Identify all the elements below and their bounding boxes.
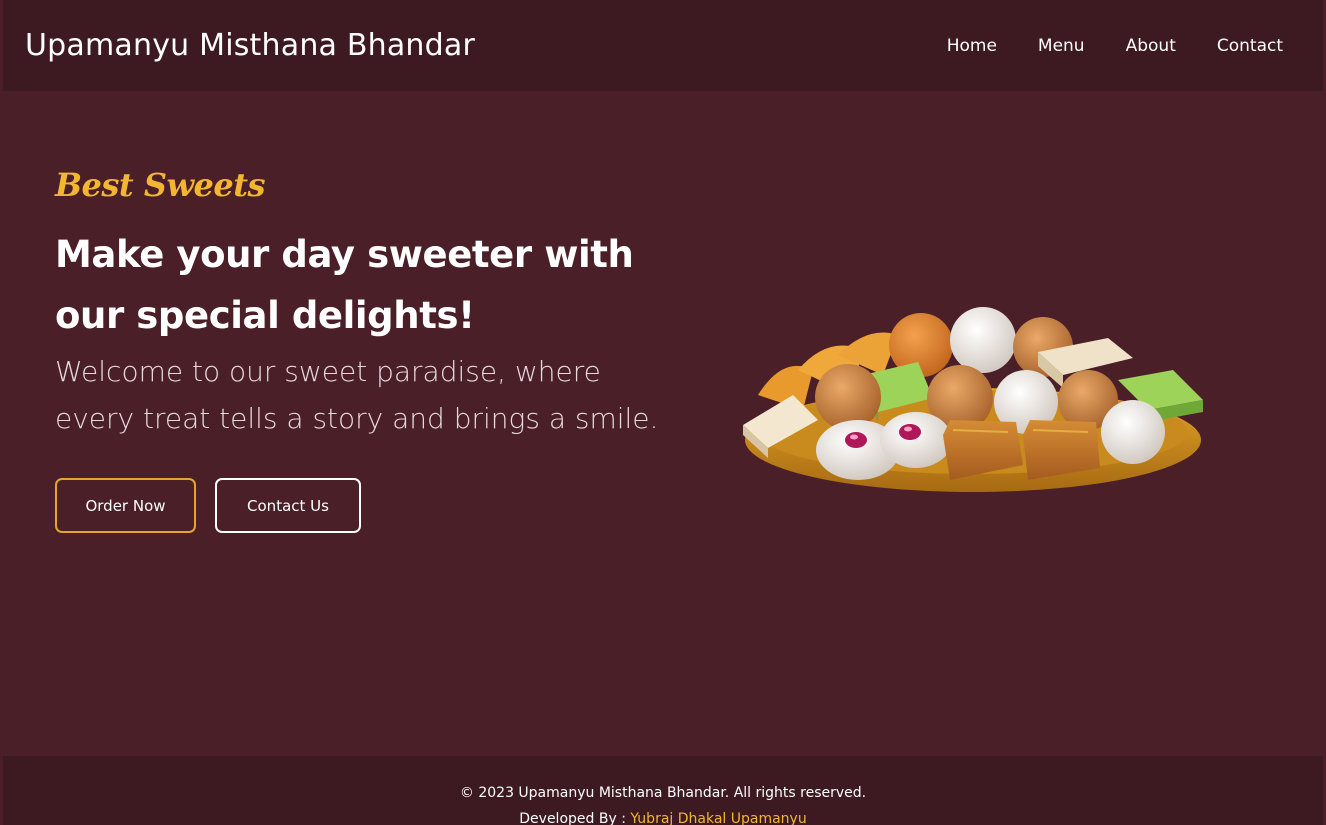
hero-buttons: Order Now Contact Us bbox=[55, 478, 695, 533]
hero-tagline: Best Sweets bbox=[55, 166, 266, 204]
footer-copyright: © 2023 Upamanyu Misthana Bhandar. All ri… bbox=[459, 785, 867, 801]
site-header: Upamanyu Misthana Bhandar Home Menu Abou… bbox=[3, 0, 1323, 91]
developer-name-link[interactable]: Yubraj Dhakal Upamanyu bbox=[630, 811, 806, 825]
sweets-plate-illustration bbox=[743, 307, 1203, 492]
site-footer: © 2023 Upamanyu Misthana Bhandar. All ri… bbox=[3, 756, 1323, 825]
contact-us-button[interactable]: Contact Us bbox=[215, 478, 361, 533]
brand-title[interactable]: Upamanyu Misthana Bhandar bbox=[25, 28, 475, 63]
nav-home[interactable]: Home bbox=[947, 36, 997, 56]
developed-by-label: Developed By : bbox=[519, 811, 631, 825]
order-now-button[interactable]: Order Now bbox=[55, 478, 196, 533]
hero-headline: Make your day sweeter with our special d… bbox=[55, 233, 634, 337]
sweets-plate-image bbox=[738, 300, 1213, 500]
nav-contact[interactable]: Contact bbox=[1217, 36, 1283, 56]
footer-developer-line: Developed By : Yubraj Dhakal Upamanyu bbox=[3, 806, 1323, 825]
nav-about[interactable]: About bbox=[1126, 36, 1176, 56]
main-nav: Home Menu About Contact bbox=[947, 36, 1283, 56]
nav-menu[interactable]: Menu bbox=[1038, 36, 1085, 56]
hero-section: Best Sweets Make your day sweeter with o… bbox=[55, 166, 695, 533]
hero-welcome-text: Welcome to our sweet paradise, where eve… bbox=[55, 355, 659, 435]
page: Upamanyu Misthana Bhandar Home Menu Abou… bbox=[3, 0, 1323, 825]
